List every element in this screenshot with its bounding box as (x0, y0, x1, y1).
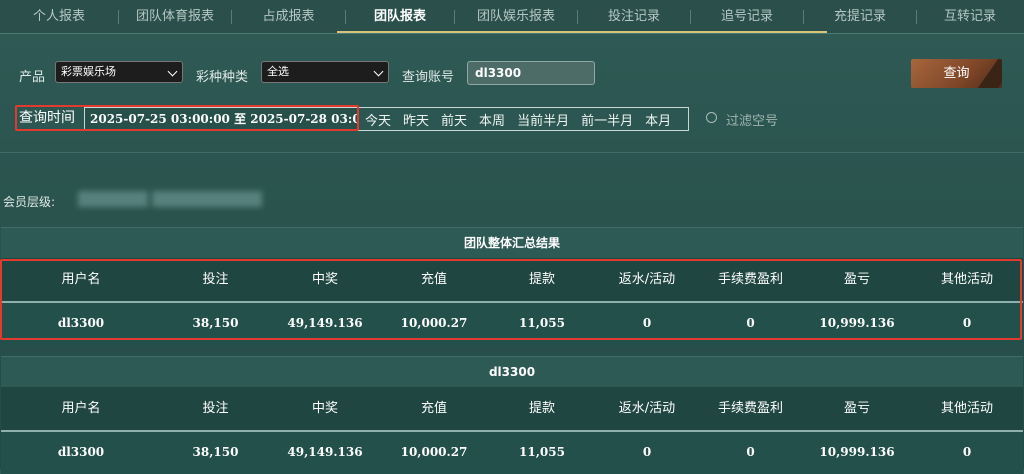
tab-bet-records[interactable]: 投注记录 (578, 0, 690, 33)
lottery-type-label: 彩种种类 (196, 70, 249, 85)
table-cell: 10,000.27 (400, 445, 468, 459)
table-cell: 0 (746, 445, 755, 459)
quick-range-today[interactable]: 今天 (359, 110, 397, 129)
product-select-value: 彩票娱乐场 (61, 65, 116, 78)
column-header: 提款 (528, 272, 555, 287)
report-tab-bar: 个人报表 团队体育报表 占成报表 团队报表 团队娱乐报表 投注记录 追号记录 充… (0, 0, 1024, 34)
tab-team-entertainment-report[interactable]: 团队娱乐报表 (455, 0, 577, 33)
filter-empty-radio[interactable] (706, 112, 717, 123)
column-header: 其他活动 (940, 401, 993, 416)
table-cell: 38,150 (192, 445, 239, 459)
table-cell: 10,999.136 (819, 445, 895, 459)
column-header: 手续费盈利 (717, 401, 783, 416)
column-header: 投注 (202, 272, 229, 287)
table-row: dl3300 38,150 49,149.136 10,000.27 11,05… (1, 301, 1023, 345)
user-detail-table: dl3300 用户名 投注 中奖 充值 提款 返水/活动 手续费盈利 盈亏 其他… (1, 356, 1023, 474)
column-header: 返水/活动 (618, 401, 676, 416)
account-label: 查询账号 (402, 70, 455, 85)
quick-range-yesterday[interactable]: 昨天 (397, 110, 435, 129)
table-cell: 0 (642, 445, 652, 459)
table-cell: 49,149.136 (287, 445, 363, 459)
product-label: 产品 (19, 70, 46, 85)
tab-personal-report[interactable]: 个人报表 (0, 0, 118, 33)
table-cell: 0 (962, 316, 972, 330)
table-cell: 38,150 (192, 316, 239, 330)
quick-range-group: 今天 昨天 前天 本周 当前半月 前一半月 本月 (359, 107, 689, 131)
section-divider (0, 152, 1024, 153)
column-header: 用户名 (61, 272, 101, 287)
query-button-label: 查询 (943, 66, 970, 81)
tab-share-report[interactable]: 占成报表 (232, 0, 345, 33)
column-header: 中奖 (311, 401, 338, 416)
redacted-member-level (152, 191, 262, 207)
chevron-down-icon (373, 66, 384, 77)
column-header: 中奖 (311, 272, 338, 287)
redacted-member-level (78, 191, 148, 207)
table-cell: 11,055 (519, 445, 565, 459)
query-time-input[interactable]: 2025-07-25 03:00:00 至 2025-07-28 03:00:0… (84, 107, 359, 131)
table-row: dl3300 38,150 49,149.136 10,000.27 11,05… (1, 430, 1023, 474)
product-select[interactable]: 彩票娱乐场 (55, 61, 183, 83)
table-cell: 0 (962, 445, 972, 459)
column-header: 手续费盈利 (717, 272, 783, 287)
filter-empty-label[interactable]: 过滤空号 (726, 110, 778, 129)
column-header: 返水/活动 (618, 272, 676, 287)
query-button[interactable]: 查询 (911, 59, 1002, 88)
lottery-type-select-value: 全选 (267, 65, 289, 78)
team-summary-title: 团队整体汇总结果 (1, 227, 1023, 258)
quick-range-this-week[interactable]: 本周 (473, 110, 511, 129)
quick-range-current-half-month[interactable]: 当前半月 (511, 110, 575, 129)
member-level-label: 会员层级: (3, 195, 56, 209)
column-header: 充值 (420, 272, 447, 287)
account-input[interactable]: dl3300 (467, 61, 595, 85)
table-cell: 10,000.27 (400, 316, 468, 330)
tab-transfer-records[interactable]: 互转记录 (917, 0, 1023, 33)
quick-range-previous-half-month[interactable]: 前一半月 (575, 110, 639, 129)
lottery-type-select[interactable]: 全选 (261, 61, 389, 83)
column-header: 提款 (528, 401, 555, 416)
team-summary-table: 团队整体汇总结果 用户名 投注 中奖 充值 提款 返水/活动 手续费盈利 盈亏 … (1, 227, 1023, 345)
quick-range-day-before[interactable]: 前天 (435, 110, 473, 129)
tab-deposit-withdraw-records[interactable]: 充提记录 (804, 0, 916, 33)
chevron-down-icon (167, 66, 178, 77)
table-header-row: 用户名 投注 中奖 充值 提款 返水/活动 手续费盈利 盈亏 其他活动 (1, 387, 1023, 430)
table-cell: dl3300 (57, 445, 105, 459)
column-header: 盈亏 (843, 401, 870, 416)
quick-range-this-month[interactable]: 本月 (639, 110, 677, 129)
column-header: 充值 (420, 401, 447, 416)
active-tab-indicator (337, 31, 827, 33)
table-cell: dl3300 (57, 316, 105, 330)
table-cell: 0 (642, 316, 652, 330)
query-time-label: 查询时间 (19, 110, 75, 126)
tab-team-report[interactable]: 团队报表 (346, 0, 454, 33)
table-header-row: 用户名 投注 中奖 充值 提款 返水/活动 手续费盈利 盈亏 其他活动 (1, 258, 1023, 301)
column-header: 投注 (202, 401, 229, 416)
column-header: 盈亏 (843, 272, 870, 287)
table-cell: 11,055 (519, 316, 565, 330)
table-cell: 49,149.136 (287, 316, 363, 330)
tab-team-sports-report[interactable]: 团队体育报表 (119, 0, 231, 33)
tab-chase-records[interactable]: 追号记录 (691, 0, 803, 33)
column-header: 其他活动 (940, 272, 993, 287)
table-cell: 0 (746, 316, 755, 330)
table-cell: 10,999.136 (819, 316, 895, 330)
column-header: 用户名 (61, 401, 101, 416)
user-detail-title: dl3300 (1, 356, 1023, 387)
